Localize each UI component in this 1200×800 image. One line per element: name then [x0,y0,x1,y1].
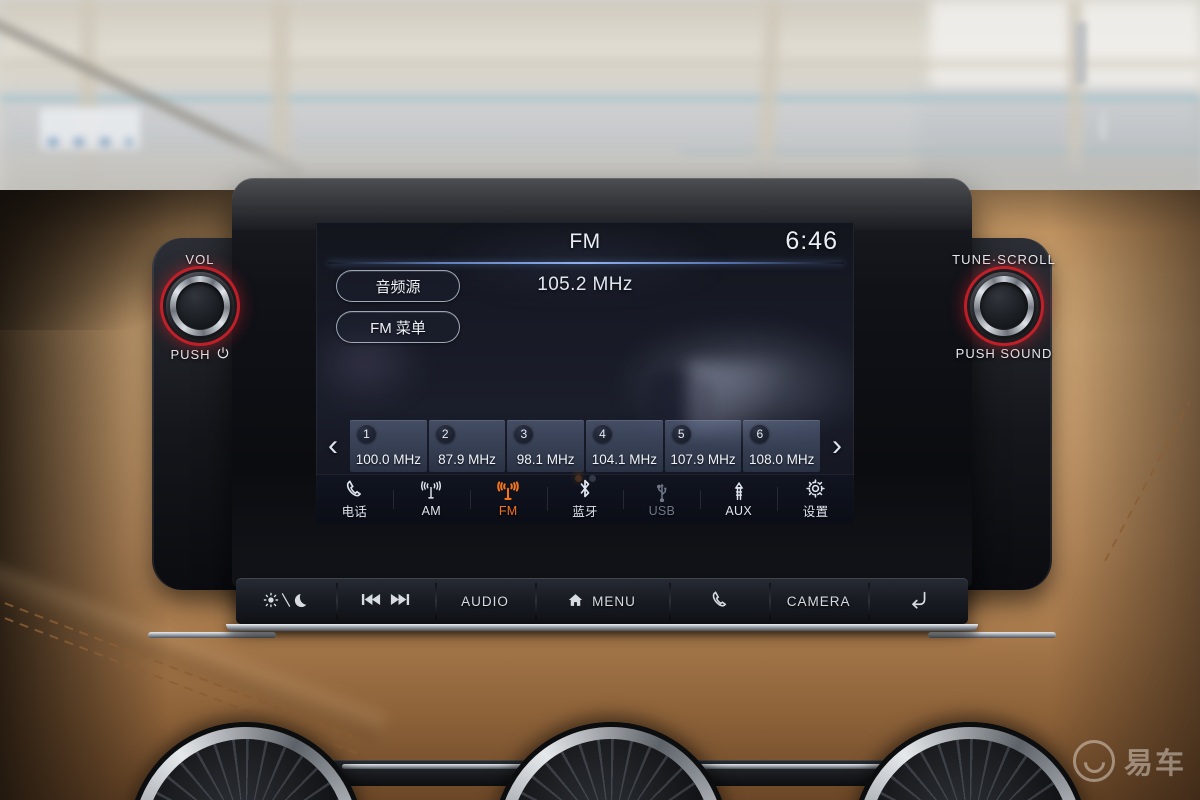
preset-number: 1 [357,424,376,443]
brightness-day-night-icon [263,591,309,612]
source-fm[interactable]: FM [469,480,547,518]
phone-button[interactable] [669,578,769,624]
preset-button[interactable]: 2 87.9 MHz [428,420,506,472]
chevron-right-icon[interactable]: › [820,420,854,472]
preset-carousel: ‹ 1 100.0 MHz 2 87.9 MHz 3 98.1 MHz 4 10… [316,420,854,472]
source-settings[interactable]: 设置 [777,478,854,520]
preset-frequency: 107.9 MHz [670,452,736,467]
volume-knob-group: VOL PUSH [140,252,260,363]
watermark-text: 易车 [1123,748,1186,780]
preset-frequency: 104.1 MHz [591,452,657,467]
side-button-group: 音频源 FM 菜单 [336,270,460,343]
source-bar: 电话 AM FM 蓝牙 USB AUX 设置 [316,474,854,524]
wall-panel-light [930,0,1200,96]
preset-track: 1 100.0 MHz 2 87.9 MHz 3 98.1 MHz 4 104.… [350,420,821,472]
touchscreen-display[interactable]: FM 6:46 105.2 MHz 音频源 FM 菜单 ‹ 1 100.0 MH… [316,222,854,524]
gear-icon [805,478,826,499]
preset-number: 6 [750,424,770,443]
source-am[interactable]: AM [392,481,470,518]
source-label: 电话 [341,505,368,519]
head-unit: FM 6:46 105.2 MHz 音频源 FM 菜单 ‹ 1 100.0 MH… [148,178,1056,638]
vent-chrome-strip [700,764,905,769]
hanging-fixture [1075,22,1087,84]
prev-track-icon [361,592,381,610]
volume-knob-label: VOL [185,252,215,267]
preset-button[interactable]: 1 100.0 MHz [350,420,427,472]
status-header: FM 6:46 [316,222,854,266]
power-icon [216,346,230,363]
power-push-label: PUSH [140,346,260,363]
watermark: 易车 [1072,740,1186,782]
radio-tower-icon [495,480,521,502]
fm-menu-button[interactable]: FM 菜单 [336,311,460,343]
hanging-lamp [1098,110,1108,140]
infotainment-photo: FM 6:46 105.2 MHz 音频源 FM 菜单 ‹ 1 100.0 MH… [0,0,1200,800]
back-arrow-icon [908,590,929,612]
camera-button[interactable]: CAMERA [768,578,869,624]
chrome-trim-right [928,632,1056,638]
preset-button[interactable]: 5 107.9 MHz [664,420,742,472]
source-usb[interactable]: USB [623,481,700,518]
volume-knob[interactable] [166,272,234,340]
preset-button[interactable]: 4 104.1 MHz [586,420,663,472]
radio-tower-icon [419,481,443,502]
tune-knob-label: TUNE·SCROLL [952,252,1056,267]
bluetooth-icon [576,478,594,499]
source-bluetooth[interactable]: 蓝牙 [546,478,624,520]
wall-control-box [40,108,140,152]
page-title: FM [569,230,601,253]
source-label: AUX [725,503,753,518]
preset-frequency: 100.0 MHz [355,452,421,467]
source-label: AM [421,503,441,518]
preset-button[interactable]: 6 108.0 MHz [743,420,821,472]
preset-number: 4 [593,424,613,443]
menu-button[interactable]: MENU [534,578,669,624]
source-label: USB [648,503,676,518]
preset-number: 3 [514,424,534,443]
preset-number: 5 [671,424,691,443]
source-label: 蓝牙 [572,505,598,519]
preset-button[interactable]: 3 98.1 MHz [507,420,585,472]
source-label: FM [498,503,518,518]
tune-scroll-knob[interactable] [970,272,1038,340]
yiche-circle-logo [1072,740,1115,782]
home-icon [568,593,583,610]
menu-label: MENU [592,593,636,609]
preset-frequency: 98.1 MHz [516,452,575,467]
aux-plug-icon [731,481,747,502]
display-brightness-button[interactable] [236,578,336,624]
source-label: 设置 [802,505,829,519]
clock: 6:46 [785,227,838,255]
preset-frequency: 87.9 MHz [438,452,496,467]
back-button[interactable] [868,578,968,624]
dashboard-shadow-right [1050,190,1200,800]
track-skip-button[interactable] [335,578,436,624]
usb-icon [654,481,670,502]
next-track-icon [390,592,410,610]
tune-knob-group: TUNE·SCROLL PUSH SOUND [944,252,1064,361]
wall-accent-line [0,96,1200,101]
phone-icon [710,590,729,612]
source-aux[interactable]: AUX [700,481,777,518]
hardware-button-row: AUDIO MENU CAMERA [236,578,968,624]
header-divider [328,262,844,264]
chrome-lip [226,624,978,631]
chevron-left-icon[interactable]: ‹ [316,420,350,472]
preset-frequency: 108.0 MHz [749,452,815,467]
source-phone[interactable]: 电话 [316,478,393,520]
phone-icon [344,478,364,499]
audio-source-button[interactable]: 音频源 [336,270,460,302]
sound-push-label: PUSH SOUND [955,346,1053,361]
chrome-trim-left [148,632,276,638]
push-text: PUSH [170,347,211,362]
preset-number: 2 [435,424,455,443]
audio-button[interactable]: AUDIO [435,578,535,624]
ceiling-beam-horizontal [0,58,1200,70]
